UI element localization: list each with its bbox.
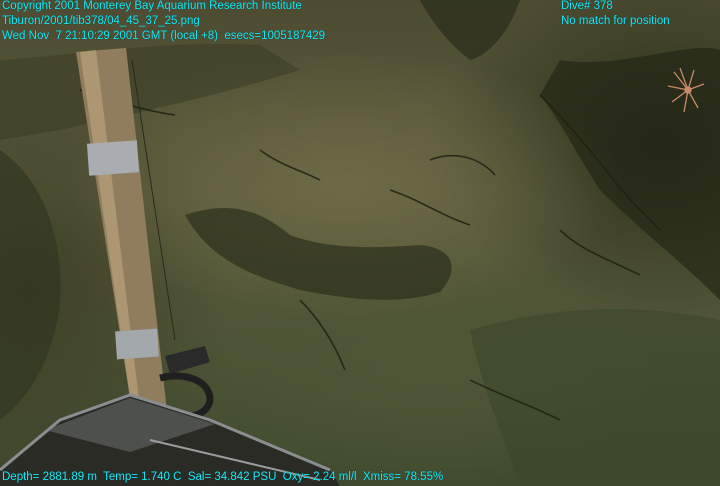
left-rock-wall (0, 150, 61, 420)
top-dark-crevice (420, 0, 520, 60)
metadata-overlay-left: Copyright 2001 Monterey Bay Aquarium Res… (2, 0, 325, 44)
seafloor-scene (0, 0, 720, 486)
upper-rock-ledge (0, 43, 300, 140)
timestamp-text: Wed Nov 7 21:10:29 2001 GMT (local +8) e… (2, 30, 326, 42)
dive-number-text: Dive# 378 (561, 0, 613, 12)
copyright-text: Copyright 2001 Monterey Bay Aquarium Res… (2, 0, 302, 12)
right-dark-rock (540, 47, 720, 301)
metadata-overlay-right: Dive# 378 No match for position (561, 0, 670, 29)
file-path-text: Tiburon/2001/tib378/04_45_37_25.png (2, 15, 200, 27)
telemetry-text: Depth= 2881.89 m Temp= 1.740 C Sal= 34.8… (2, 471, 444, 483)
position-status-text: No match for position (561, 15, 670, 27)
pole-tape-band-lower (115, 328, 159, 360)
rov-camera-frame: Copyright 2001 Monterey Bay Aquarium Res… (0, 0, 720, 486)
pole-tape-band-upper (86, 140, 140, 176)
telemetry-overlay: Depth= 2881.89 m Temp= 1.740 C Sal= 34.8… (2, 470, 443, 485)
central-shadow-slab (185, 207, 452, 300)
